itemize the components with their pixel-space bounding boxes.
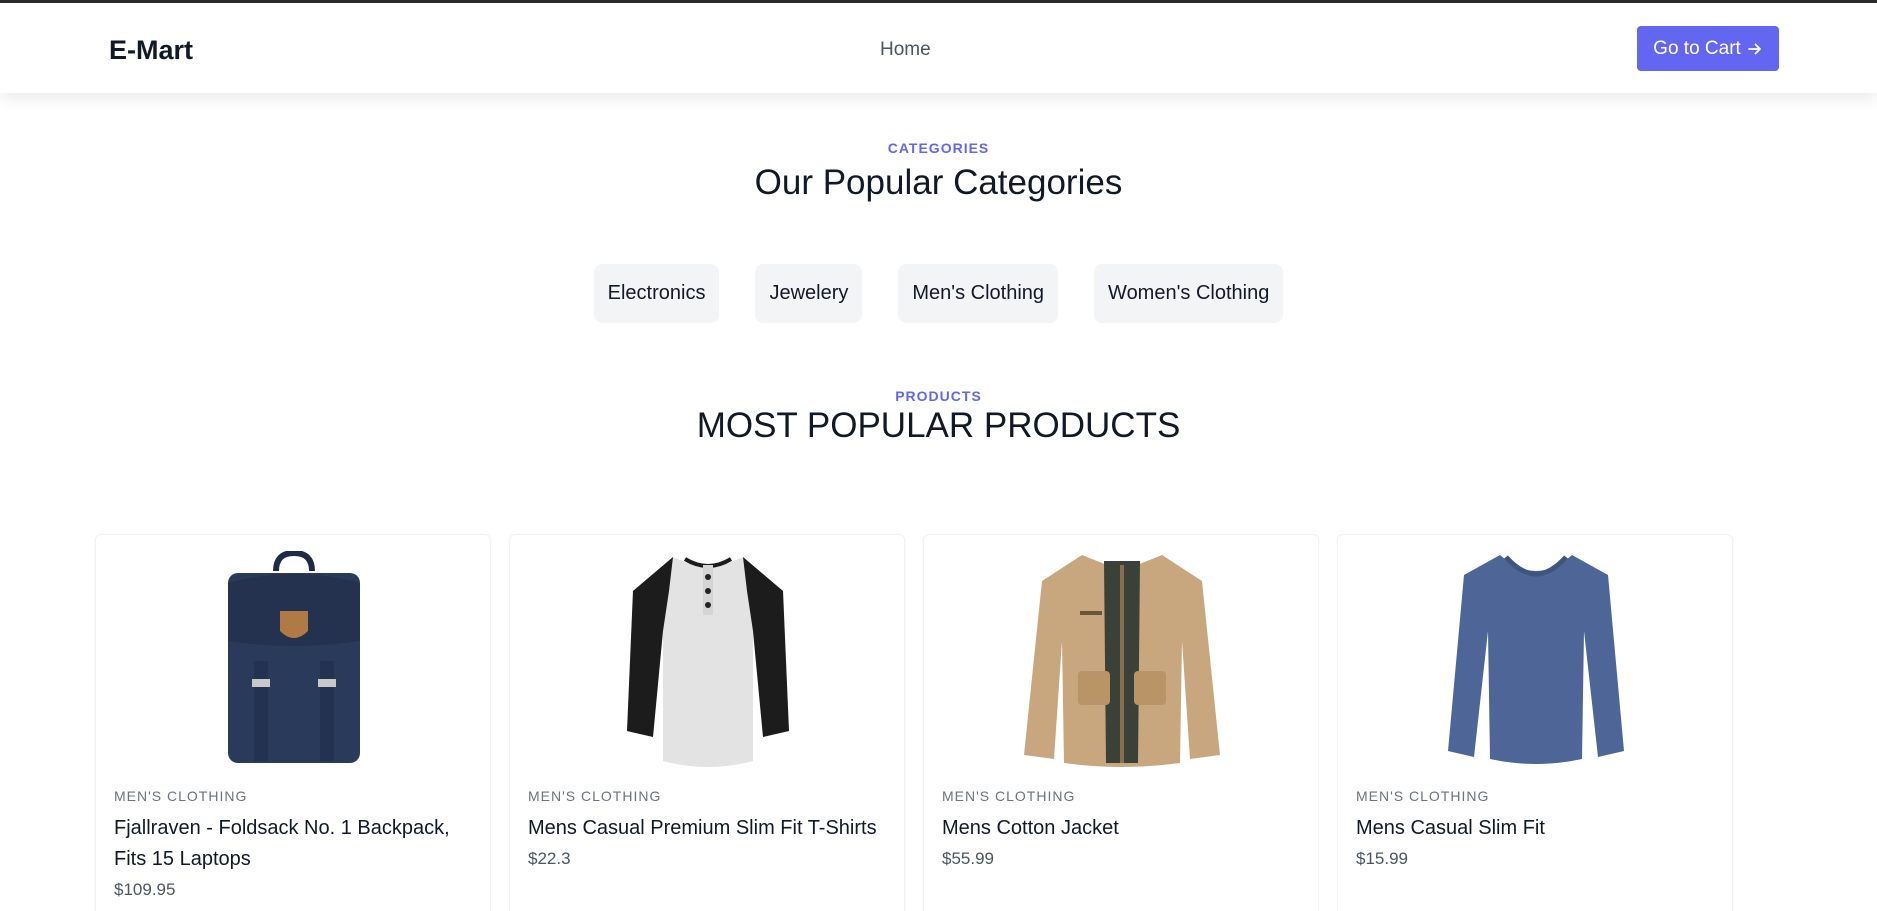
arrow-right-icon [1747, 43, 1761, 54]
navbar: E-Mart Home Go to Cart [0, 3, 1877, 93]
product-card[interactable]: MEN'S CLOTHING Fjallraven - Foldsack No.… [95, 534, 491, 911]
product-image-backpack[interactable] [96, 551, 492, 767]
go-to-cart-button[interactable]: Go to Cart [1637, 26, 1779, 71]
tshirt-icon [627, 557, 789, 767]
product-category: MEN'S CLOTHING [1356, 788, 1490, 804]
product-category: MEN'S CLOTHING [528, 788, 662, 804]
products-title: MOST POPULAR PRODUCTS [696, 406, 1181, 445]
product-category: MEN'S CLOTHING [114, 788, 248, 804]
product-card[interactable]: MEN'S CLOTHING Mens Cotton Jacket $55.99 [923, 534, 1319, 911]
product-grid: MEN'S CLOTHING Fjallraven - Foldsack No.… [95, 534, 1733, 911]
product-title[interactable]: Fjallraven - Foldsack No. 1 Backpack, Fi… [114, 813, 474, 875]
product-title[interactable]: Mens Casual Premium Slim Fit T-Shirts [528, 813, 888, 844]
product-category: MEN'S CLOTHING [942, 788, 1076, 804]
product-price: $109.95 [114, 880, 176, 899]
product-card[interactable]: MEN'S CLOTHING Mens Casual Slim Fit $15.… [1337, 534, 1733, 911]
product-image-longsleeve[interactable] [1338, 551, 1734, 767]
product-price: $55.99 [942, 849, 994, 868]
category-chip-jewelery[interactable]: Jewelery [755, 264, 863, 323]
categories-eyebrow: CATEGORIES [887, 140, 990, 156]
category-chip-womens-clothing[interactable]: Women's Clothing [1094, 264, 1284, 323]
product-card[interactable]: MEN'S CLOTHING Mens Casual Premium Slim … [509, 534, 905, 911]
categories-title: Our Popular Categories [754, 163, 1123, 202]
product-image-jacket[interactable] [924, 551, 1320, 767]
go-to-cart-label: Go to Cart [1653, 37, 1741, 59]
category-chip-electronics[interactable]: Electronics [593, 264, 720, 323]
product-title[interactable]: Mens Cotton Jacket [942, 813, 1302, 844]
longsleeve-icon [1448, 555, 1624, 764]
product-image-tshirt[interactable] [510, 551, 906, 767]
product-price: $15.99 [1356, 849, 1408, 868]
category-chip-mens-clothing[interactable]: Men's Clothing [898, 264, 1059, 323]
product-price: $22.3 [528, 849, 571, 868]
logo[interactable]: E-Mart [109, 35, 193, 66]
category-list: Electronics Jewelery Men's Clothing Wome… [0, 264, 1877, 323]
product-title[interactable]: Mens Casual Slim Fit [1356, 813, 1716, 844]
backpack-icon [228, 551, 360, 763]
products-eyebrow: PRODUCTS [895, 388, 982, 404]
nav-home-link[interactable]: Home [880, 39, 931, 61]
jacket-icon [1024, 555, 1220, 767]
